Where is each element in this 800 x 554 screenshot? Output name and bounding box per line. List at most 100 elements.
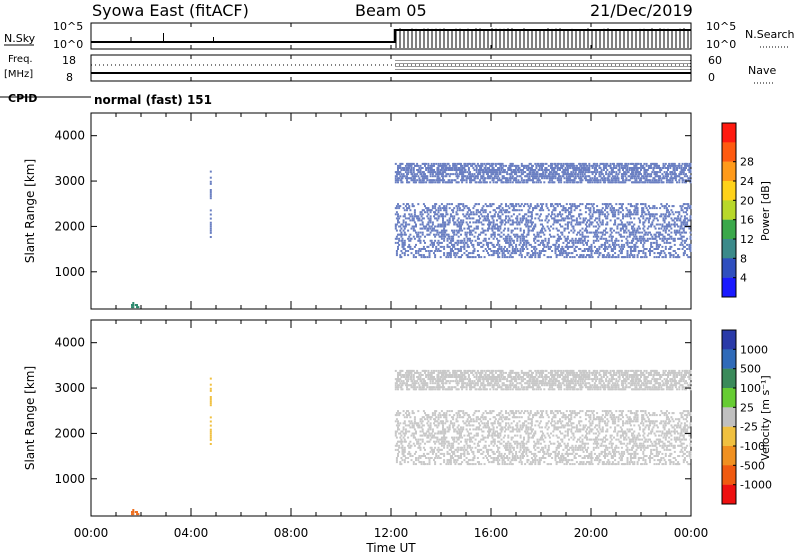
range-gate-cell [570,221,573,224]
range-gate-cell [665,207,668,210]
range-gate-cell [427,223,430,226]
range-gate-cell [534,376,537,378]
range-gate-cell [440,235,443,238]
range-gate-cell [508,217,511,220]
range-gate-cell [398,177,401,180]
range-gate-cell [584,177,587,180]
range-gate-cell [395,207,398,210]
range-gate-cell [619,233,622,236]
range-gate-cell [404,164,407,167]
range-gate-cell [680,241,683,244]
range-gate-cell [557,239,560,242]
range-gate-cell [586,164,588,167]
range-gate-cell [626,256,629,259]
range-gate-cell [620,207,623,210]
range-gate-cell [627,162,630,165]
range-gate-cell [424,371,426,374]
range-gate-cell [643,162,646,165]
range-gate-cell [669,179,672,182]
range-gate-cell [685,239,687,242]
range-gate-cell [442,374,444,376]
range-gate-cell [668,233,671,236]
range-gate-cell [500,169,503,171]
range-gate-cell [505,371,507,374]
range-gate-cell [482,223,485,226]
range-gate-cell [589,256,592,259]
range-gate-cell [460,162,462,165]
range-gate-cell [631,205,633,208]
range-gate-cell [401,233,404,236]
range-gate-cell [455,241,458,244]
range-gate-cell [604,181,606,184]
range-gate-cell [599,252,602,255]
range-gate-cell [408,388,411,391]
range-gate-cell [465,179,468,182]
range-gate-cell [650,175,653,178]
range-gate-cell [636,237,639,240]
range-gate-cell [593,219,596,222]
range-gate-cell [510,380,513,383]
range-gate-cell [577,388,579,391]
range-gate-cell [511,382,514,385]
range-gate-cell [412,376,415,378]
range-gate-cell [515,252,518,255]
range-gate-cell [591,177,594,180]
range-gate-cell [463,237,466,240]
range-gate-cell [564,250,567,252]
range-gate-cell [511,384,514,387]
range-gate-cell [490,235,493,238]
cpid-value: normal (fast) 151 [94,93,212,107]
range-gate-cell [642,250,645,252]
range-gate-cell [410,167,413,169]
range-gate-cell [403,252,406,255]
range-gate-cell [433,215,435,218]
range-gate-cell [520,171,523,174]
range-gate-cell [429,243,432,246]
range-gate-cell [582,382,585,385]
range-gate-cell [427,213,430,216]
range-gate-cell [529,162,532,165]
range-gate-cell [427,229,430,232]
range-gate-cell [541,177,543,180]
range-gate-cell [419,213,422,216]
range-gate-cell [502,229,505,232]
range-gate-cell [579,175,582,178]
range-gate-cell [407,229,410,232]
range-gate-cell [505,221,507,224]
range-gate-cell [461,254,464,257]
range-gate-cell [511,162,514,165]
range-gate-cell [451,169,453,171]
range-gate-cell [560,162,563,165]
range-gate-cell [570,223,573,226]
range-gate-cell [537,235,540,238]
range-gate-cell [417,250,420,252]
range-gate-cell [653,167,656,169]
range-gate-cell [560,181,563,184]
range-gate-cell [565,252,568,255]
range-gate-cell [209,176,212,179]
range-gate-cell [560,219,563,222]
range-gate-cell [410,237,413,240]
range-gate-cell [520,384,523,387]
range-gate-cell [539,213,542,216]
range-gate-cell [547,239,550,242]
range-gate-cell [496,243,498,246]
range-gate-cell [673,162,676,165]
range-gate-cell [620,221,623,224]
range-gate-cell [469,229,471,232]
range-gate-cell [437,225,440,228]
range-gate-cell [507,227,510,230]
range-gate-cell [669,213,672,216]
range-gate-cell [674,211,677,214]
range-gate-cell [515,205,518,208]
range-gate-cell [493,384,496,387]
range-gate-cell [454,369,457,372]
range-gate-cell [538,256,541,259]
range-gate-cell [484,248,487,250]
range-gate-cell [436,229,439,232]
range-gate-cell [610,167,613,169]
range-gate-cell [478,219,480,222]
range-gate-cell [671,211,674,214]
range-gate-cell [404,217,407,220]
range-gate-cell [588,369,591,372]
